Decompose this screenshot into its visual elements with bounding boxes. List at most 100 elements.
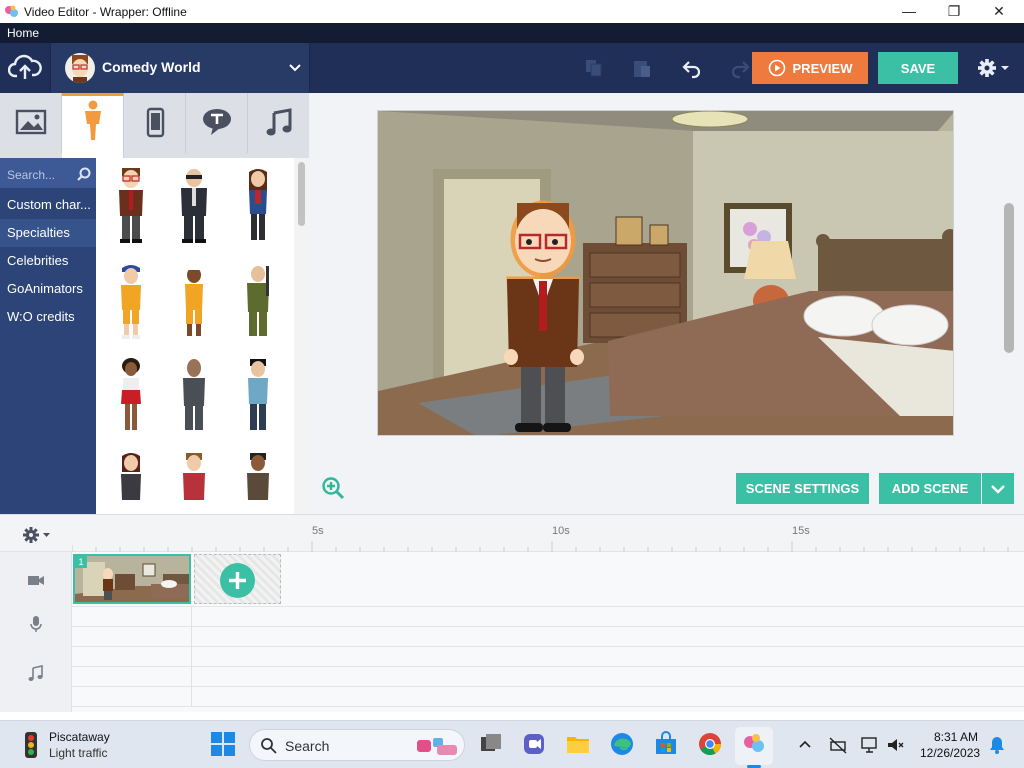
- tab-props[interactable]: [0, 93, 62, 153]
- character-thumbnail[interactable]: [111, 262, 151, 342]
- tick-label: 15s: [792, 525, 810, 537]
- video-camera-icon: [28, 576, 44, 585]
- weather-location[interactable]: Piscataway: [49, 730, 110, 744]
- volume-mute-icon[interactable]: [885, 735, 905, 755]
- character-thumbnail[interactable]: [174, 356, 214, 436]
- redo-icon[interactable]: [728, 56, 752, 80]
- chevron-down-icon[interactable]: [287, 59, 303, 75]
- scene-thumbnail[interactable]: 1: [73, 554, 191, 604]
- category-celebrities[interactable]: Celebrities: [0, 247, 96, 275]
- character-thumbnail[interactable]: [238, 262, 278, 342]
- movie-selector[interactable]: Comedy World: [50, 43, 310, 93]
- tab-text[interactable]: [186, 93, 248, 153]
- display-icon[interactable]: [860, 735, 880, 755]
- selected-character[interactable]: [493, 197, 593, 436]
- speech-bubble-icon: [203, 109, 231, 135]
- phone-icon: [146, 107, 165, 138]
- scrollbar-thumb[interactable]: [298, 162, 305, 226]
- task-view-icon[interactable]: [478, 731, 504, 757]
- tick-label: 5s: [312, 525, 324, 537]
- chrome-browser-icon[interactable]: [697, 731, 723, 757]
- category-specialties[interactable]: Specialties: [0, 219, 96, 247]
- teams-chat-icon[interactable]: [521, 731, 547, 757]
- timeline-settings-gear-icon[interactable]: [20, 525, 54, 545]
- microphone-icon: [30, 616, 42, 632]
- character-thumbnail[interactable]: [111, 356, 151, 436]
- category-custom[interactable]: Custom char...: [0, 191, 96, 219]
- track-labels: [0, 552, 72, 712]
- microsoft-store-icon[interactable]: [653, 731, 679, 757]
- character-thumbnail[interactable]: [174, 166, 214, 246]
- close-button[interactable]: ✕: [976, 0, 1022, 23]
- taskbar-date[interactable]: 12/26/2023: [920, 746, 980, 760]
- stage-scrollbar[interactable]: [1004, 203, 1014, 353]
- app-icon: [5, 5, 18, 17]
- add-icon: [220, 563, 255, 598]
- scene-settings-button[interactable]: SCENE SETTINGS: [736, 473, 869, 504]
- bedroom-background: [378, 111, 953, 435]
- tab-characters[interactable]: [62, 93, 124, 158]
- category-sidebar: Search... Custom char... Specialties Cel…: [0, 158, 96, 514]
- minimize-button[interactable]: —: [886, 0, 932, 23]
- character-grid: [96, 158, 294, 514]
- network-icon[interactable]: [828, 735, 848, 755]
- zoom-in-icon[interactable]: [321, 476, 345, 500]
- track-divider: [72, 666, 1024, 667]
- character-thumbnail[interactable]: [238, 450, 278, 514]
- tick-label: 10s: [552, 525, 570, 537]
- menubar: Home: [0, 23, 1024, 43]
- image-icon: [15, 109, 47, 135]
- taskbar-time[interactable]: 8:31 AM: [934, 730, 978, 744]
- category-goanimators[interactable]: GoAnimators: [0, 275, 96, 303]
- paste-icon[interactable]: [630, 56, 654, 80]
- track-divider: [72, 626, 1024, 627]
- scene-boundary-line: [191, 606, 192, 706]
- character-thumbnail[interactable]: [111, 450, 151, 514]
- notification-bell-icon[interactable]: [988, 735, 1006, 755]
- category-credits[interactable]: W:O credits: [0, 303, 96, 331]
- search-icon: [261, 738, 277, 754]
- chevron-up-icon[interactable]: [797, 737, 813, 753]
- copy-icon[interactable]: [582, 56, 606, 80]
- scene-preview-image: [75, 556, 189, 602]
- stage-area: SCENE SETTINGS ADD SCENE: [309, 93, 1024, 514]
- character-thumbnail[interactable]: [174, 450, 214, 514]
- maximize-button[interactable]: ❐: [931, 0, 977, 23]
- character-thumbnail[interactable]: [238, 356, 278, 436]
- taskbar-search-placeholder: Search: [285, 738, 330, 754]
- traffic-light-icon: [25, 732, 37, 758]
- menu-home[interactable]: Home: [7, 26, 39, 40]
- add-scene-slot[interactable]: [194, 554, 281, 604]
- taskbar-search-input[interactable]: Search: [249, 729, 465, 761]
- add-scene-dropdown[interactable]: [982, 473, 1014, 504]
- cloud-upload-icon[interactable]: [8, 51, 42, 85]
- timeline-ruler[interactable]: 5s 10s 15s: [71, 515, 1024, 553]
- save-button[interactable]: SAVE: [878, 52, 958, 84]
- track-divider: [72, 686, 1024, 687]
- preview-label: PREVIEW: [792, 60, 853, 76]
- music-note-icon: [266, 108, 292, 136]
- play-circle-icon: [768, 59, 785, 77]
- track-divider: [72, 706, 1024, 707]
- windows-taskbar: Piscataway Light traffic Search 8:31 AM …: [0, 720, 1024, 768]
- avatar: [65, 53, 95, 83]
- windows-start-icon[interactable]: [210, 731, 236, 757]
- preview-button[interactable]: PREVIEW: [752, 52, 868, 84]
- character-thumbnail[interactable]: [111, 166, 151, 246]
- library-scrollbar[interactable]: [294, 158, 309, 514]
- settings-gear-icon[interactable]: [974, 55, 1014, 81]
- add-scene-button[interactable]: ADD SCENE: [879, 473, 981, 504]
- undo-icon[interactable]: [680, 56, 704, 80]
- wrapper-app-icon[interactable]: [741, 731, 767, 757]
- tab-sounds[interactable]: [248, 93, 310, 153]
- file-explorer-icon[interactable]: [565, 731, 591, 757]
- character-thumbnail[interactable]: [238, 166, 278, 246]
- edge-browser-icon[interactable]: [609, 731, 635, 757]
- stage-canvas[interactable]: [377, 110, 954, 436]
- search-input[interactable]: Search...: [0, 158, 96, 188]
- weather-status: Light traffic: [49, 746, 108, 760]
- music-note-icon: [28, 665, 43, 681]
- track-divider: [72, 646, 1024, 647]
- tab-widgets[interactable]: [124, 93, 186, 153]
- character-thumbnail[interactable]: [174, 262, 214, 342]
